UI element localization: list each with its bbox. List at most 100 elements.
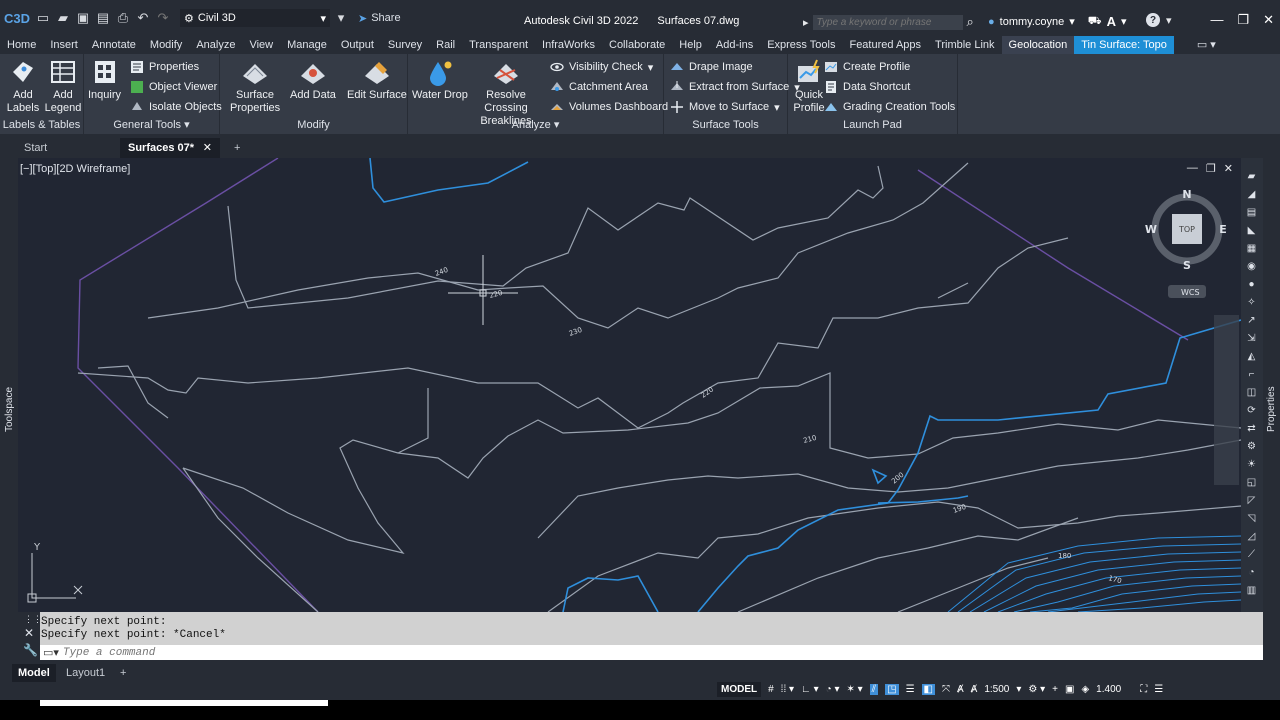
catchment-area-button[interactable]: Catchment Area — [550, 80, 648, 94]
new-file-icon[interactable]: ▭ — [34, 9, 52, 27]
extract-from-surface-button[interactable]: Extract from Surface ▾ — [670, 80, 800, 94]
quick-profile-button[interactable]: Quick Profile — [792, 58, 826, 115]
compass-e[interactable]: E — [1219, 223, 1227, 236]
tab-infraworks[interactable]: InfraWorks — [535, 36, 602, 54]
isolate-objects-button[interactable]: Isolate Objects — [130, 100, 222, 114]
cart-icon[interactable]: ⛟ — [1088, 15, 1102, 29]
help-icon[interactable]: ? — [1146, 13, 1160, 27]
tab-model[interactable]: Model — [12, 664, 56, 682]
app-logo[interactable]: C3D — [2, 3, 32, 33]
plus-icon[interactable]: + — [1052, 684, 1058, 695]
chevron-down-icon[interactable]: ▾ — [1166, 14, 1172, 27]
tool-icon[interactable]: ⚙ — [1244, 440, 1259, 453]
globe-icon[interactable]: ● — [1244, 278, 1259, 291]
tab-surfaces-07[interactable]: Surfaces 07* ✕ — [120, 138, 220, 158]
data-shortcut-button[interactable]: Data Shortcut — [824, 80, 910, 94]
tool-icon[interactable]: ◉ — [1244, 260, 1259, 273]
customize-icon[interactable]: ☰ — [1154, 684, 1163, 695]
selection-cycling-icon[interactable]: ⤧ — [942, 684, 950, 695]
annotation-scale-icon[interactable]: Ⱥ — [971, 684, 978, 695]
add-legend-button[interactable]: Add Legend — [44, 58, 82, 115]
share-button[interactable]: ➤ Share — [358, 12, 401, 25]
gear-icon[interactable]: ⚙ ▾ — [1028, 684, 1045, 695]
panel-title[interactable]: Launch Pad — [788, 119, 957, 131]
fullscreen-icon[interactable]: ⛶ — [1140, 684, 1147, 695]
tool-icon[interactable]: ◭ — [1244, 350, 1259, 363]
command-prompt-icon[interactable]: ▭▾ — [43, 646, 59, 659]
graphics-perf-icon[interactable]: ◈ — [1081, 684, 1089, 695]
compass-w[interactable]: W — [1145, 223, 1157, 236]
tool-icon[interactable]: ◿ — [1244, 530, 1259, 543]
model-space-button[interactable]: MODEL — [717, 682, 762, 697]
tool-icon[interactable]: ▥ — [1244, 584, 1259, 597]
tool-icon[interactable]: ☀ — [1244, 458, 1259, 471]
tool-icon[interactable]: ↗ — [1244, 314, 1259, 327]
tool-icon[interactable]: ⟋ — [1244, 548, 1259, 561]
tool-icon[interactable]: ◫ — [1244, 386, 1259, 399]
navigation-bar[interactable] — [1214, 315, 1239, 485]
undo-icon[interactable]: ↶ — [134, 9, 152, 27]
viewcube-top[interactable]: TOP — [1178, 225, 1195, 234]
redo-icon[interactable]: ↷ — [154, 9, 172, 27]
grid-icon[interactable]: # — [768, 684, 774, 695]
viewcube[interactable]: TOP N S E W WCS — [1145, 188, 1227, 298]
volumes-dashboard-button[interactable]: Volumes Dashboard — [550, 100, 668, 114]
tab-analyze[interactable]: Analyze — [189, 36, 242, 54]
open-folder-icon[interactable]: ▰ — [54, 9, 72, 27]
save-icon[interactable]: ▣ — [74, 9, 92, 27]
autodesk-a-icon[interactable]: A — [1107, 14, 1116, 29]
osnap-icon[interactable]: ✶ ▾ — [846, 684, 862, 695]
new-tab-icon[interactable]: + — [226, 138, 248, 158]
ribbon-options-icon[interactable]: ▭ ▾ — [1190, 36, 1223, 54]
lineweight-icon[interactable]: ☰ — [906, 684, 915, 695]
viewport-label[interactable]: [−][Top][2D Wireframe] — [20, 163, 130, 175]
panel-title[interactable]: Surface Tools — [664, 119, 787, 131]
add-labels-button[interactable]: Add Labels — [6, 58, 40, 115]
search-icon[interactable]: ⌕ — [967, 14, 974, 30]
status-value[interactable]: 1.400 — [1096, 684, 1121, 695]
ortho-icon[interactable]: ∟ ▾ — [801, 684, 819, 695]
tab-express-tools[interactable]: Express Tools — [760, 36, 842, 54]
panel-title[interactable]: Modify — [220, 119, 407, 131]
create-profile-button[interactable]: Create Profile — [824, 60, 910, 74]
add-data-button[interactable]: Add Data — [290, 58, 336, 102]
tab-trimble-link[interactable]: Trimble Link — [928, 36, 1002, 54]
tool-icon[interactable]: ◱ — [1244, 476, 1259, 489]
surface-properties-button[interactable]: Surface Properties — [230, 58, 280, 115]
compass-s[interactable]: S — [1183, 259, 1191, 272]
polar-icon[interactable]: ◔ ▾ — [826, 684, 840, 695]
tool-icon[interactable]: ▤ — [1244, 206, 1259, 219]
search-input[interactable] — [812, 14, 963, 30]
arrow-right-icon[interactable]: ▸ — [803, 16, 809, 29]
panel-title[interactable]: Analyze ▾ — [408, 118, 663, 131]
workspace-select[interactable]: ⚙ Civil 3D ▾ — [180, 9, 330, 27]
add-layout-icon[interactable]: + — [114, 664, 132, 682]
tab-rail[interactable]: Rail — [429, 36, 462, 54]
tool-icon[interactable]: ⇄ — [1244, 422, 1259, 435]
customize-qat-icon[interactable]: ▾ — [332, 9, 350, 27]
water-drop-button[interactable]: Water Drop — [412, 58, 468, 102]
tab-help[interactable]: Help — [672, 36, 709, 54]
visibility-check-button[interactable]: Visibility Check ▾ — [550, 60, 653, 74]
tool-icon[interactable]: ⇲ — [1244, 332, 1259, 345]
close-icon[interactable]: ✕ — [203, 138, 212, 158]
inquiry-button[interactable]: Inquiry — [88, 58, 121, 102]
annotation-visibility-icon[interactable]: Ⱥ — [957, 684, 964, 695]
close-icon[interactable]: ✕ — [24, 626, 34, 640]
tab-annotate[interactable]: Annotate — [85, 36, 143, 54]
tool-icon[interactable]: ◔ — [1244, 566, 1259, 579]
toolspace-rail[interactable]: Toolspace — [0, 158, 18, 660]
tab-start[interactable]: Start — [16, 138, 120, 158]
tab-manage[interactable]: Manage — [280, 36, 334, 54]
tool-icon[interactable]: ◸ — [1244, 494, 1259, 507]
panel-title[interactable]: Labels & Tables — [0, 119, 83, 131]
grading-tools-button[interactable]: Grading Creation Tools — [824, 100, 955, 114]
drawing-canvas[interactable]: 240 220 230 220 210 200 190 180 170 Y TO… — [18, 158, 1241, 612]
move-to-surface-button[interactable]: Move to Surface ▾ — [670, 100, 780, 114]
tab-transparent[interactable]: Transparent — [462, 36, 535, 54]
drape-image-button[interactable]: Drape Image — [670, 60, 753, 74]
command-input[interactable] — [62, 646, 1163, 659]
chevron-down-icon[interactable]: ▾ — [1016, 684, 1021, 695]
drawing-viewport[interactable]: 240 220 230 220 210 200 190 180 170 Y TO… — [18, 158, 1241, 612]
tab-geolocation[interactable]: Geolocation — [1001, 36, 1075, 54]
